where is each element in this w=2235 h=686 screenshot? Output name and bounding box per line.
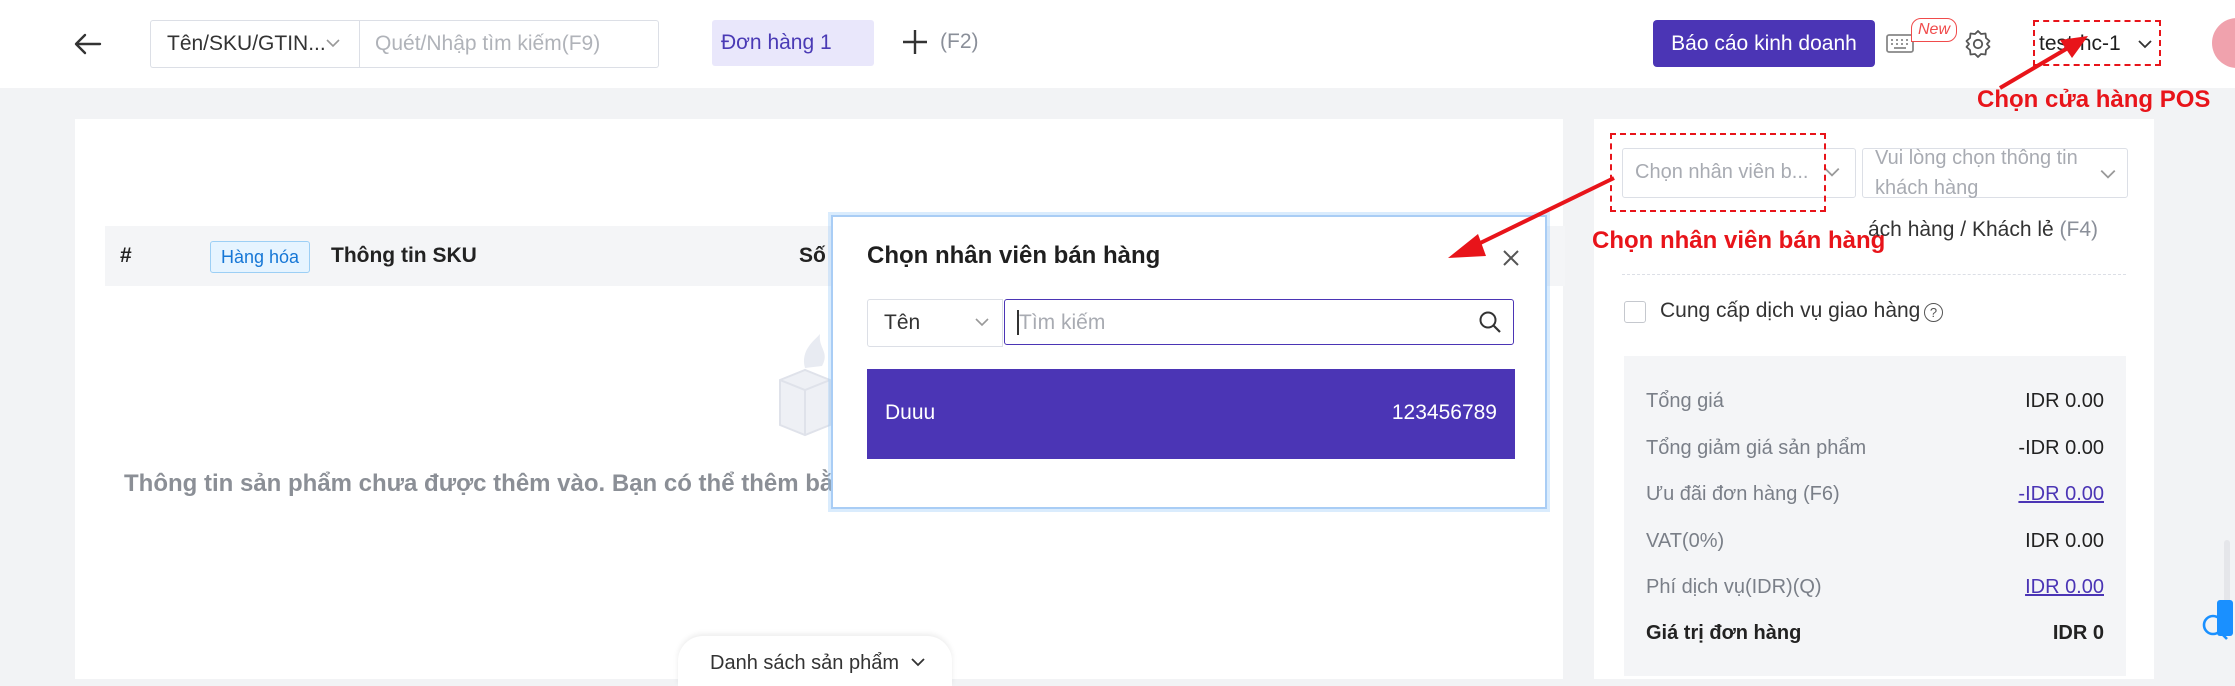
staff-search-input[interactable]: Tìm kiếm	[1004, 299, 1514, 345]
tab-order-label: Đơn hàng 1	[721, 31, 832, 54]
customer-placeholder: Vui lòng chọn thông tin khách hàng	[1875, 147, 2078, 199]
new-badge: New	[1911, 18, 1958, 42]
back-arrow-icon[interactable]	[70, 26, 106, 62]
empty-products-text: Thông tin sản phẩm chưa được thêm vào. B…	[124, 470, 883, 497]
staff-search-placeholder: Tìm kiếm	[1019, 311, 1106, 334]
summary-label: Tổng giảm giá sản phẩm	[1646, 437, 1867, 459]
price-summary: Tổng giá IDR 0.00 Tổng giảm giá sản phẩm…	[1624, 356, 2126, 676]
divider	[1622, 274, 2126, 275]
business-report-label: Báo cáo kinh doanh	[1671, 32, 1857, 55]
search-type-value: Tên/SKU/GTIN...	[167, 32, 326, 55]
tab-order-1[interactable]: Đơn hàng 1	[712, 20, 874, 66]
delivery-label: Cung cấp dịch vụ giao hàng	[1660, 299, 1921, 322]
select-staff-modal: Chọn nhân viên bán hàng Tên Tìm kiếm Duu…	[831, 215, 1547, 509]
summary-total-row: Giá trị đơn hàng IDR 0	[1624, 618, 2126, 648]
service-fee-link[interactable]: IDR 0.00	[2025, 576, 2104, 599]
summary-row: Tổng giá IDR 0.00	[1624, 386, 2126, 416]
product-list-toggle[interactable]: Danh sách sản phẩm	[678, 636, 952, 686]
chevron-down-icon	[911, 658, 925, 667]
help-icon[interactable]: ?	[1924, 303, 1943, 322]
staff-callout-label: Chọn nhân viên bán hàng	[1592, 227, 1886, 254]
staff-highlight-box	[1610, 133, 1826, 212]
summary-label: Ưu đãi đơn hàng (F6)	[1646, 483, 1840, 505]
gear-icon[interactable]	[1962, 28, 1994, 60]
add-order-shortcut: (F2)	[940, 30, 979, 53]
customer-type[interactable]: ách hàng / Khách lẻ (F4)	[1868, 218, 2098, 242]
summary-value: -IDR 0.00	[2018, 437, 2104, 459]
customer-type-prefix: ách hàng	[1868, 218, 1955, 241]
summary-value: IDR 0.00	[2025, 390, 2104, 412]
goods-tag[interactable]: Hàng hóa	[210, 241, 311, 273]
product-search-input[interactable]: Quét/Nhập tìm kiếm(F9)	[359, 20, 659, 68]
customer-type-separator: /	[1960, 218, 1967, 241]
summary-value: IDR 0	[2052, 622, 2104, 644]
store-name: test-hc-1	[2039, 32, 2121, 55]
close-icon[interactable]	[1501, 248, 1521, 268]
magnifier-icon[interactable]	[2200, 612, 2230, 642]
store-callout-label: Chọn cửa hàng POS	[1977, 86, 2211, 113]
summary-value: IDR 0.00	[2025, 530, 2104, 552]
order-discount-link[interactable]: -IDR 0.00	[2018, 483, 2104, 506]
chevron-down-icon	[975, 318, 989, 327]
summary-label: Giá trị đơn hàng	[1646, 622, 1802, 644]
business-report-button[interactable]: Báo cáo kinh doanh	[1653, 20, 1875, 67]
chevron-down-icon	[2138, 40, 2152, 49]
search-field-select[interactable]: Tên	[867, 299, 1003, 347]
col-quantity: Số	[799, 244, 826, 267]
summary-label: Phí dịch vụ(IDR)(Q)	[1646, 576, 1822, 598]
col-sku-info: Thông tin SKU	[331, 244, 477, 267]
col-index: #	[120, 244, 132, 267]
search-type-select[interactable]: Tên/SKU/GTIN...	[150, 20, 359, 68]
customer-type-shortcut: (F4)	[2059, 218, 2099, 241]
summary-row: VAT(0%) IDR 0.00	[1624, 526, 2126, 556]
staff-name: Duuu	[885, 401, 936, 424]
product-search-placeholder: Quét/Nhập tìm kiếm(F9)	[375, 32, 601, 55]
summary-row: Ưu đãi đơn hàng (F6) -IDR 0.00	[1624, 479, 2126, 509]
summary-row: Tổng giảm giá sản phẩm -IDR 0.00	[1624, 433, 2126, 463]
add-order-plus-icon[interactable]	[900, 27, 930, 57]
staff-phone: 123456789	[1391, 401, 1497, 424]
product-list-label: Danh sách sản phẩm	[710, 652, 900, 674]
summary-label: VAT(0%)	[1646, 530, 1725, 552]
summary-row: Phí dịch vụ(IDR)(Q) IDR 0.00	[1624, 572, 2126, 602]
summary-label: Tổng giá	[1646, 390, 1724, 412]
staff-list-item[interactable]: Duuu 123456789	[867, 369, 1515, 459]
search-icon[interactable]	[1477, 309, 1503, 335]
store-select[interactable]: test-hc-1	[2033, 20, 2161, 66]
chevron-down-icon	[2100, 169, 2116, 179]
search-field-value: Tên	[884, 311, 921, 334]
delivery-checkbox[interactable]	[1624, 301, 1646, 323]
modal-title: Chọn nhân viên bán hàng	[867, 242, 1161, 269]
customer-select[interactable]: Vui lòng chọn thông tin khách hàng	[1862, 147, 2128, 199]
customer-type-value: Khách lẻ	[1971, 218, 2054, 241]
chevron-down-icon	[326, 39, 340, 48]
